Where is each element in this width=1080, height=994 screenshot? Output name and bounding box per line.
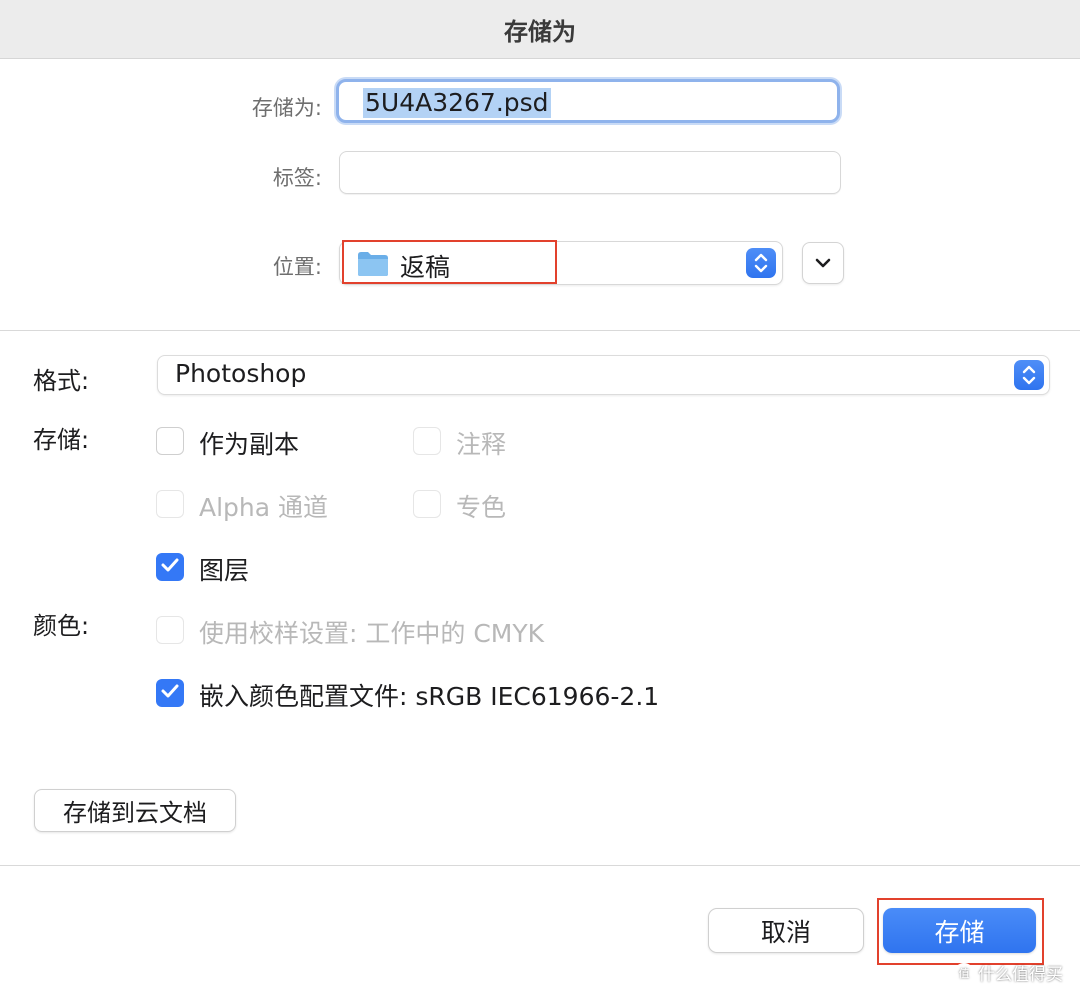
cancel-button[interactable]: 取消 [708,908,864,953]
format-popup[interactable]: Photoshop [157,355,1050,395]
checkbox-embed-color-profile[interactable] [156,679,184,707]
location-popup-stepper-icon [746,248,776,278]
checkbox-use-proof-setup[interactable] [156,616,184,644]
chevron-down-icon [814,254,832,273]
checkmark-icon [160,557,180,577]
format-popup-stepper-icon [1014,360,1044,390]
save-to-cloud-documents-button[interactable]: 存储到云文档 [34,789,236,832]
save-label: 存储: [33,426,90,454]
filename-selected-text: 5U4A3267.psd [363,88,551,118]
checkbox-layers[interactable] [156,553,184,581]
save-as-label: 存储为: [251,96,322,120]
checkbox-spot-colors-label: 专色 [456,493,507,522]
dialog-title: 存储为 [504,17,576,46]
checkbox-notes[interactable] [413,427,441,455]
color-label: 颜色: [33,612,90,640]
checkbox-notes-label: 注释 [456,430,507,459]
checkbox-use-proof-setup-label: 使用校样设置: 工作中的 CMYK [199,619,545,648]
section-divider [0,330,1080,331]
dialog-titlebar: 存储为 [0,0,1080,59]
checkbox-as-copy[interactable] [156,427,184,455]
checkbox-layers-label: 图层 [199,556,250,585]
checkmark-icon [160,683,180,703]
format-label: 格式: [33,367,90,395]
expand-browser-button[interactable] [802,242,844,284]
where-label: 位置: [272,255,322,279]
save-highlight-annotation [877,898,1044,965]
save-options-section [0,332,1080,865]
checkbox-alpha-channels[interactable] [156,490,184,518]
format-value: Photoshop [175,359,307,388]
checkbox-embed-color-profile-label: 嵌入颜色配置文件: sRGB IEC61966-2.1 [199,682,660,711]
location-highlight-annotation [342,240,557,284]
watermark-text: 什么值得买 [978,965,1063,985]
tags-label: 标签: [272,166,322,190]
checkbox-spot-colors[interactable] [413,490,441,518]
watermark: 值 什么值得买 [954,960,1063,985]
checkbox-as-copy-label: 作为副本 [199,430,300,459]
watermark-badge-icon: 值 [954,962,974,983]
filename-input[interactable]: 5U4A3267.psd [336,79,840,123]
tags-input[interactable] [339,151,841,194]
checkbox-alpha-channels-label: Alpha 通道 [199,493,329,522]
